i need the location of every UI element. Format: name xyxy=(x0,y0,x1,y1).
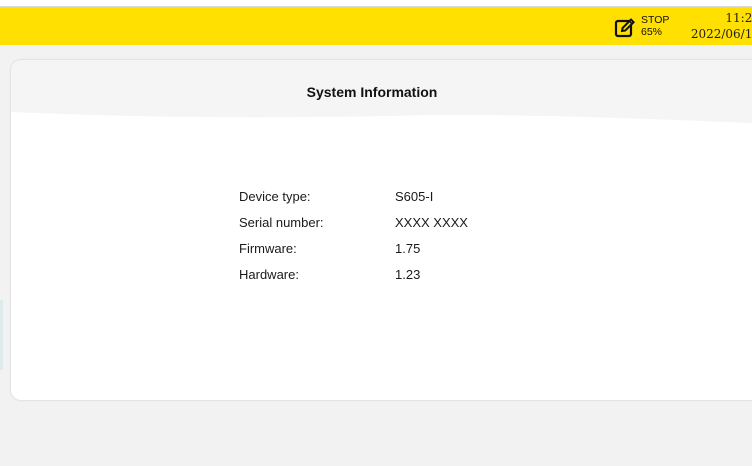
left-edge-accent xyxy=(0,300,3,370)
info-value: XXXX XXXX xyxy=(395,215,468,230)
page-title: System Information xyxy=(306,84,438,100)
info-value: S605-I xyxy=(395,189,434,204)
window-top-edge xyxy=(0,0,752,7)
info-label: Hardware: xyxy=(239,267,299,282)
battery-percent: 65% xyxy=(641,26,663,38)
info-row-serial-number: Serial number: XXXX XXXX xyxy=(239,210,468,236)
system-information-card: System Information Device type: S605-I Se… xyxy=(11,60,752,400)
info-label: Firmware: xyxy=(239,241,297,256)
run-state: STOP 65% xyxy=(641,14,669,38)
run-state-label: STOP xyxy=(641,14,670,26)
clock-time: 11:28 xyxy=(725,11,752,25)
clock-date: 2022/06/16 xyxy=(690,27,752,41)
info-row-hardware: Hardware: 1.23 xyxy=(239,262,468,288)
info-table: Device type: S605-I Serial number: XXXX XX… xyxy=(239,184,468,288)
info-label: Device type: xyxy=(239,189,311,204)
info-row-device-type: Device type: S605-I xyxy=(239,184,468,210)
info-row-firmware: Firmware: 1.75 xyxy=(239,236,468,262)
card-header: System Information xyxy=(11,60,752,124)
edit-icon[interactable] xyxy=(614,17,636,39)
info-value: 1.75 xyxy=(395,241,421,256)
info-value: 1.23 xyxy=(395,267,421,282)
status-bar: STOP 65% 11:28 2022/06/16 xyxy=(0,7,752,45)
info-label: Serial number: xyxy=(239,215,324,230)
clock: 11:28 2022/06/16 xyxy=(691,10,752,42)
